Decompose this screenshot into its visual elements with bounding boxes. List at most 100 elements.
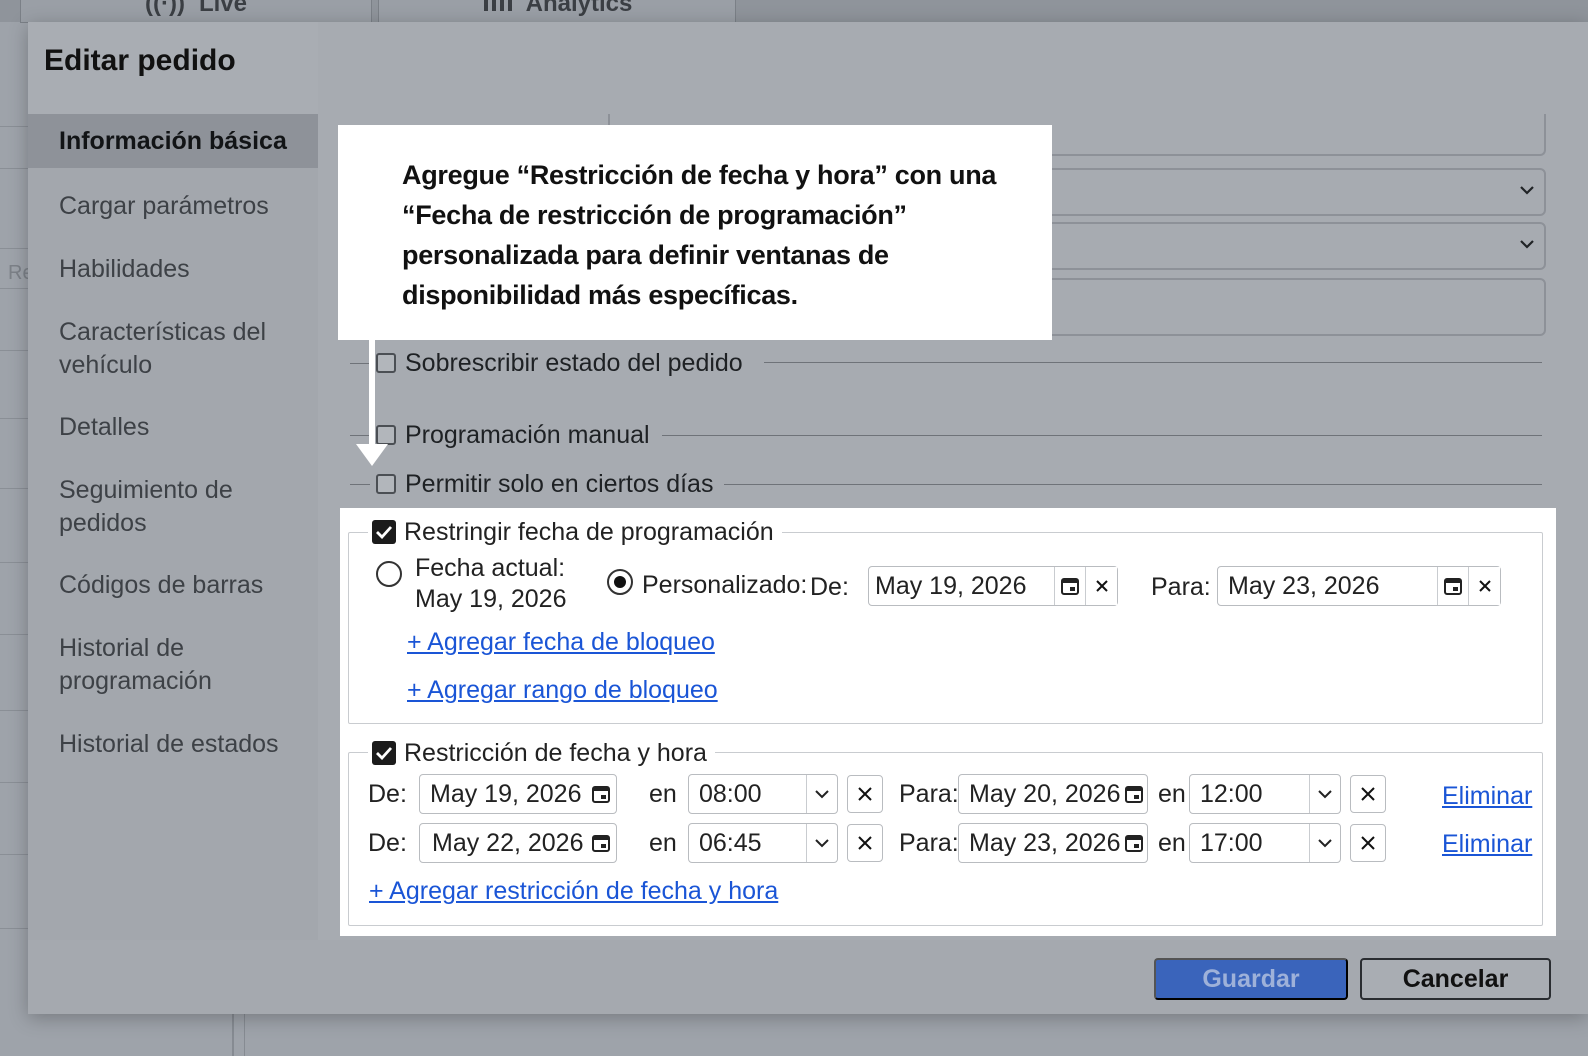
sidebar-item-order-tracking[interactable]: Seguimiento de pedidos — [59, 474, 314, 540]
chevron-down-icon — [1512, 170, 1542, 210]
save-button[interactable]: Guardar — [1154, 958, 1348, 1000]
sidebar-item-details[interactable]: Detalles — [59, 411, 314, 444]
override-status-label: Sobrescribir estado del pedido — [405, 348, 743, 377]
certain-days-row[interactable]: Permitir solo en ciertos días — [350, 469, 713, 499]
datetime-from-date-value: May 19, 2026 — [430, 779, 582, 808]
schedule-from-date-input[interactable]: May 19, 2026 — [868, 566, 1118, 606]
datetime-from-date-input[interactable]: May 22, 2026 — [419, 823, 617, 863]
clear-button[interactable] — [847, 775, 883, 813]
calendar-icon[interactable] — [1054, 567, 1085, 605]
to-label: Para: — [899, 780, 959, 808]
sidebar-item-load-params[interactable]: Cargar parámetros — [59, 190, 314, 223]
checkbox-checked[interactable] — [372, 741, 396, 765]
from-label: De: — [810, 573, 849, 601]
calendar-icon[interactable] — [1121, 775, 1148, 813]
checkbox[interactable] — [376, 474, 396, 494]
background-tab-analytics[interactable]: Analytics — [378, 0, 736, 23]
from-label: De: — [368, 829, 407, 857]
add-block-range-link[interactable]: + Agregar rango de bloqueo — [407, 676, 718, 705]
datetime-from-date-input[interactable]: May 19, 2026 — [419, 774, 617, 814]
restrict-schedule-legend[interactable]: Restringir fecha de programación — [368, 516, 782, 548]
close-icon — [858, 787, 872, 801]
chevron-down-icon — [806, 824, 837, 862]
sidebar-item-scheduling-history[interactable]: Historial de programación — [59, 632, 314, 698]
form-select-field[interactable] — [1040, 222, 1546, 270]
delete-row-link[interactable]: Eliminar — [1442, 782, 1532, 811]
checkbox[interactable] — [376, 353, 396, 373]
close-icon — [1361, 787, 1375, 801]
datetime-to-time-value: 17:00 — [1200, 828, 1263, 857]
fieldset-line — [662, 435, 1542, 436]
background-tab-live[interactable]: ((·)) Live — [20, 0, 372, 23]
datetime-to-date-input[interactable]: May 20, 2026 — [958, 774, 1148, 814]
clear-icon[interactable] — [1468, 567, 1500, 605]
form-select-field[interactable] — [1040, 168, 1546, 216]
callout-text: Agregue “Restricción de fecha y hora” co… — [402, 160, 997, 310]
form-text-field[interactable] — [1040, 278, 1546, 336]
arrow-down-icon — [356, 444, 388, 466]
chevron-down-icon — [1309, 775, 1340, 813]
schedule-to-date-input[interactable]: May 23, 2026 — [1217, 566, 1501, 606]
at-label: en — [1158, 829, 1186, 857]
highlight-panel: Restringir fecha de programación Fecha a… — [340, 508, 1556, 936]
datetime-to-time-select[interactable]: 17:00 — [1189, 823, 1341, 863]
checkbox-checked[interactable] — [372, 520, 396, 544]
clear-icon[interactable] — [1085, 567, 1117, 605]
at-label: en — [649, 829, 677, 857]
chevron-down-icon — [1512, 224, 1542, 264]
fieldset-line — [764, 362, 1542, 363]
custom-date-radio[interactable] — [607, 569, 633, 595]
datetime-restriction-label: Restricción de fecha y hora — [404, 738, 707, 767]
checkbox[interactable] — [376, 425, 396, 445]
datetime-from-time-select[interactable]: 08:00 — [688, 774, 838, 814]
callout-box: Agregue “Restricción de fecha y hora” co… — [338, 125, 1052, 340]
clear-button[interactable] — [847, 824, 883, 862]
sidebar-item-skills[interactable]: Habilidades — [59, 253, 314, 286]
bar-chart-icon — [482, 0, 512, 18]
to-label: Para: — [1151, 573, 1211, 601]
current-date-radio[interactable] — [376, 561, 402, 587]
manual-scheduling-label: Programación manual — [405, 420, 650, 449]
close-icon — [858, 836, 872, 850]
sidebar-item-barcodes[interactable]: Códigos de barras — [59, 569, 314, 602]
clear-button[interactable] — [1350, 775, 1386, 813]
fieldset-line — [724, 484, 1542, 485]
at-label: en — [649, 780, 677, 808]
broadcast-icon: ((·)) — [145, 0, 185, 17]
current-date-label: Fecha actual: — [415, 554, 566, 582]
add-datetime-restriction-link[interactable]: + Agregar restricción de fecha y hora — [369, 877, 778, 906]
datetime-to-date-value: May 20, 2026 — [969, 779, 1121, 808]
callout-arrow-shaft — [369, 340, 375, 448]
datetime-restriction-legend[interactable]: Restricción de fecha y hora — [368, 737, 715, 769]
datetime-to-time-select[interactable]: 12:00 — [1189, 774, 1341, 814]
calendar-icon[interactable] — [586, 775, 616, 813]
chevron-down-icon — [806, 775, 837, 813]
datetime-to-date-value: May 23, 2026 — [969, 828, 1121, 857]
override-status-row[interactable]: Sobrescribir estado del pedido — [350, 348, 743, 378]
background-divider — [232, 1014, 234, 1056]
sidebar-item-status-history[interactable]: Historial de estados — [59, 728, 314, 761]
sidebar-item-basic-info[interactable]: Información básica — [28, 114, 318, 168]
close-icon — [1361, 836, 1375, 850]
add-block-date-link[interactable]: + Agregar fecha de bloqueo — [407, 628, 715, 657]
cancel-button[interactable]: Cancelar — [1360, 958, 1551, 1000]
calendar-icon[interactable] — [586, 824, 616, 862]
datetime-from-date-value: May 22, 2026 — [432, 828, 584, 857]
background-left-strip — [0, 22, 28, 1056]
datetime-from-time-value: 06:45 — [699, 828, 762, 857]
background-tab-label: Live — [198, 0, 247, 17]
datetime-from-time-select[interactable]: 06:45 — [688, 823, 838, 863]
restrict-schedule-label: Restringir fecha de programación — [404, 517, 774, 546]
delete-row-link[interactable]: Eliminar — [1442, 830, 1532, 859]
modal-header: Editar pedido — [28, 22, 318, 114]
calendar-icon[interactable] — [1121, 824, 1148, 862]
background-divider — [244, 1014, 245, 1056]
modal-title: Editar pedido — [44, 44, 236, 77]
datetime-from-time-value: 08:00 — [699, 779, 762, 808]
manual-scheduling-row[interactable]: Programación manual — [350, 420, 650, 450]
datetime-to-date-input[interactable]: May 23, 2026 — [958, 823, 1148, 863]
sidebar-item-vehicle-features[interactable]: Características del vehículo — [59, 316, 314, 382]
custom-date-label: Personalizado: — [642, 571, 808, 599]
calendar-icon[interactable] — [1437, 567, 1468, 605]
clear-button[interactable] — [1350, 824, 1386, 862]
